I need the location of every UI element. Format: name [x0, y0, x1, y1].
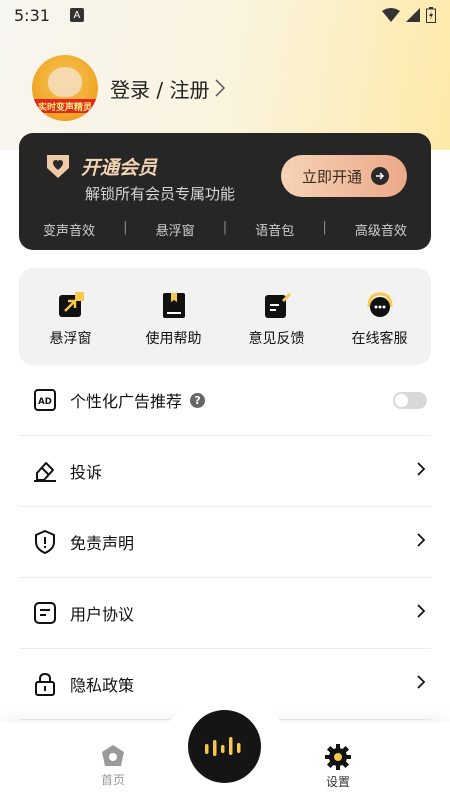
arrow-right-icon	[371, 167, 389, 185]
nav-settings[interactable]: 设置	[308, 744, 368, 790]
settings-label: 投诉	[70, 463, 103, 482]
ad-icon: AD	[33, 388, 57, 412]
chevron-right-icon	[417, 533, 425, 547]
settings-label: 用户协议	[70, 605, 135, 624]
gear-icon	[325, 744, 351, 770]
login-label: 登录 / 注册	[110, 77, 210, 102]
signal-icon	[406, 8, 420, 22]
settings-list: AD 个性化广告推荐 ? 投诉 免责声明 用户协议 隐私政策	[19, 365, 431, 720]
settings-label: 个性化广告推荐	[70, 392, 183, 411]
vip-open-button[interactable]: 立即开通	[281, 155, 407, 197]
avatar[interactable]: 实时变声精灵	[32, 55, 98, 121]
vip-title: 开通会员	[81, 157, 158, 179]
vip-heart-icon	[47, 155, 69, 178]
vip-card[interactable]: 开通会员 解锁所有会员专属功能 立即开通 变声音效 | 悬浮窗 | 语音包 | …	[19, 133, 431, 250]
wifi-icon	[382, 8, 400, 22]
tool-customer-service[interactable]: 在线客服	[335, 290, 425, 365]
tool-label: 使用帮助	[145, 331, 202, 347]
tool-help[interactable]: 使用帮助	[129, 290, 219, 365]
avatar-banner: 实时变声精灵	[34, 99, 96, 113]
chevron-right-icon	[215, 79, 226, 97]
settings-label: 免责声明	[70, 534, 135, 553]
vip-open-label: 立即开通	[302, 167, 363, 186]
nav-settings-label: 设置	[325, 775, 350, 789]
settings-row-agreement[interactable]: 用户协议	[19, 578, 431, 649]
chevron-right-icon	[417, 462, 425, 476]
status-time: 5:31	[14, 5, 50, 25]
agreement-icon	[33, 601, 57, 625]
settings-row-complaint[interactable]: 投诉	[19, 436, 431, 507]
ad-toggle[interactable]	[393, 392, 427, 409]
settings-row-ad: AD 个性化广告推荐 ?	[19, 365, 431, 436]
complaint-icon	[33, 459, 57, 483]
profile-section[interactable]: 实时变声精灵 登录 / 注册	[32, 55, 226, 121]
vip-feature-advanced: 高级音效	[354, 224, 407, 239]
feature-divider: |	[123, 220, 128, 235]
nav-home[interactable]: 首页	[83, 744, 143, 788]
tool-label: 在线客服	[351, 331, 408, 347]
chevron-right-icon	[417, 675, 425, 689]
shield-icon	[33, 530, 57, 554]
vip-feature-floating: 悬浮窗	[155, 224, 195, 239]
settings-label: 隐私政策	[70, 676, 135, 695]
toggle-knob	[395, 394, 408, 407]
voice-change-button[interactable]	[188, 710, 261, 783]
feature-divider: |	[322, 220, 327, 235]
status-indicator: A	[69, 8, 84, 22]
settings-row-disclaimer[interactable]: 免责声明	[19, 507, 431, 578]
chevron-right-icon	[417, 604, 425, 618]
tool-floating-window[interactable]: 悬浮窗	[26, 290, 116, 365]
help-icon[interactable]: ?	[190, 392, 206, 408]
svg-text:AD: AD	[38, 397, 52, 407]
audio-wave-icon	[204, 736, 240, 756]
feature-divider: |	[222, 220, 228, 235]
tool-label: 悬浮窗	[49, 331, 92, 347]
nav-home-label: 首页	[100, 773, 125, 787]
avatar-face	[48, 67, 82, 97]
status-icons	[382, 7, 436, 23]
tool-feedback[interactable]: 意见反馈	[232, 290, 322, 365]
feedback-icon	[264, 293, 291, 318]
tool-label: 意见反馈	[248, 331, 305, 347]
vip-subtitle: 解锁所有会员专属功能	[85, 185, 236, 203]
status-bar: 5:31 A	[0, 0, 450, 30]
floating-window-icon	[58, 292, 84, 317]
tools-grid: 悬浮窗 使用帮助 意见反馈 在线客服	[19, 268, 431, 365]
help-book-icon	[162, 293, 185, 318]
home-icon	[102, 745, 124, 766]
lock-icon	[33, 672, 57, 696]
login-link[interactable]: 登录 / 注册	[110, 74, 226, 103]
customer-service-icon	[367, 292, 392, 317]
battery-icon	[426, 7, 436, 23]
vip-feature-voice: 变声音效	[43, 224, 96, 239]
vip-feature-voicepack: 语音包	[255, 224, 295, 239]
vip-features: 变声音效 | 悬浮窗 | 语音包 | 高级音效	[19, 220, 431, 239]
